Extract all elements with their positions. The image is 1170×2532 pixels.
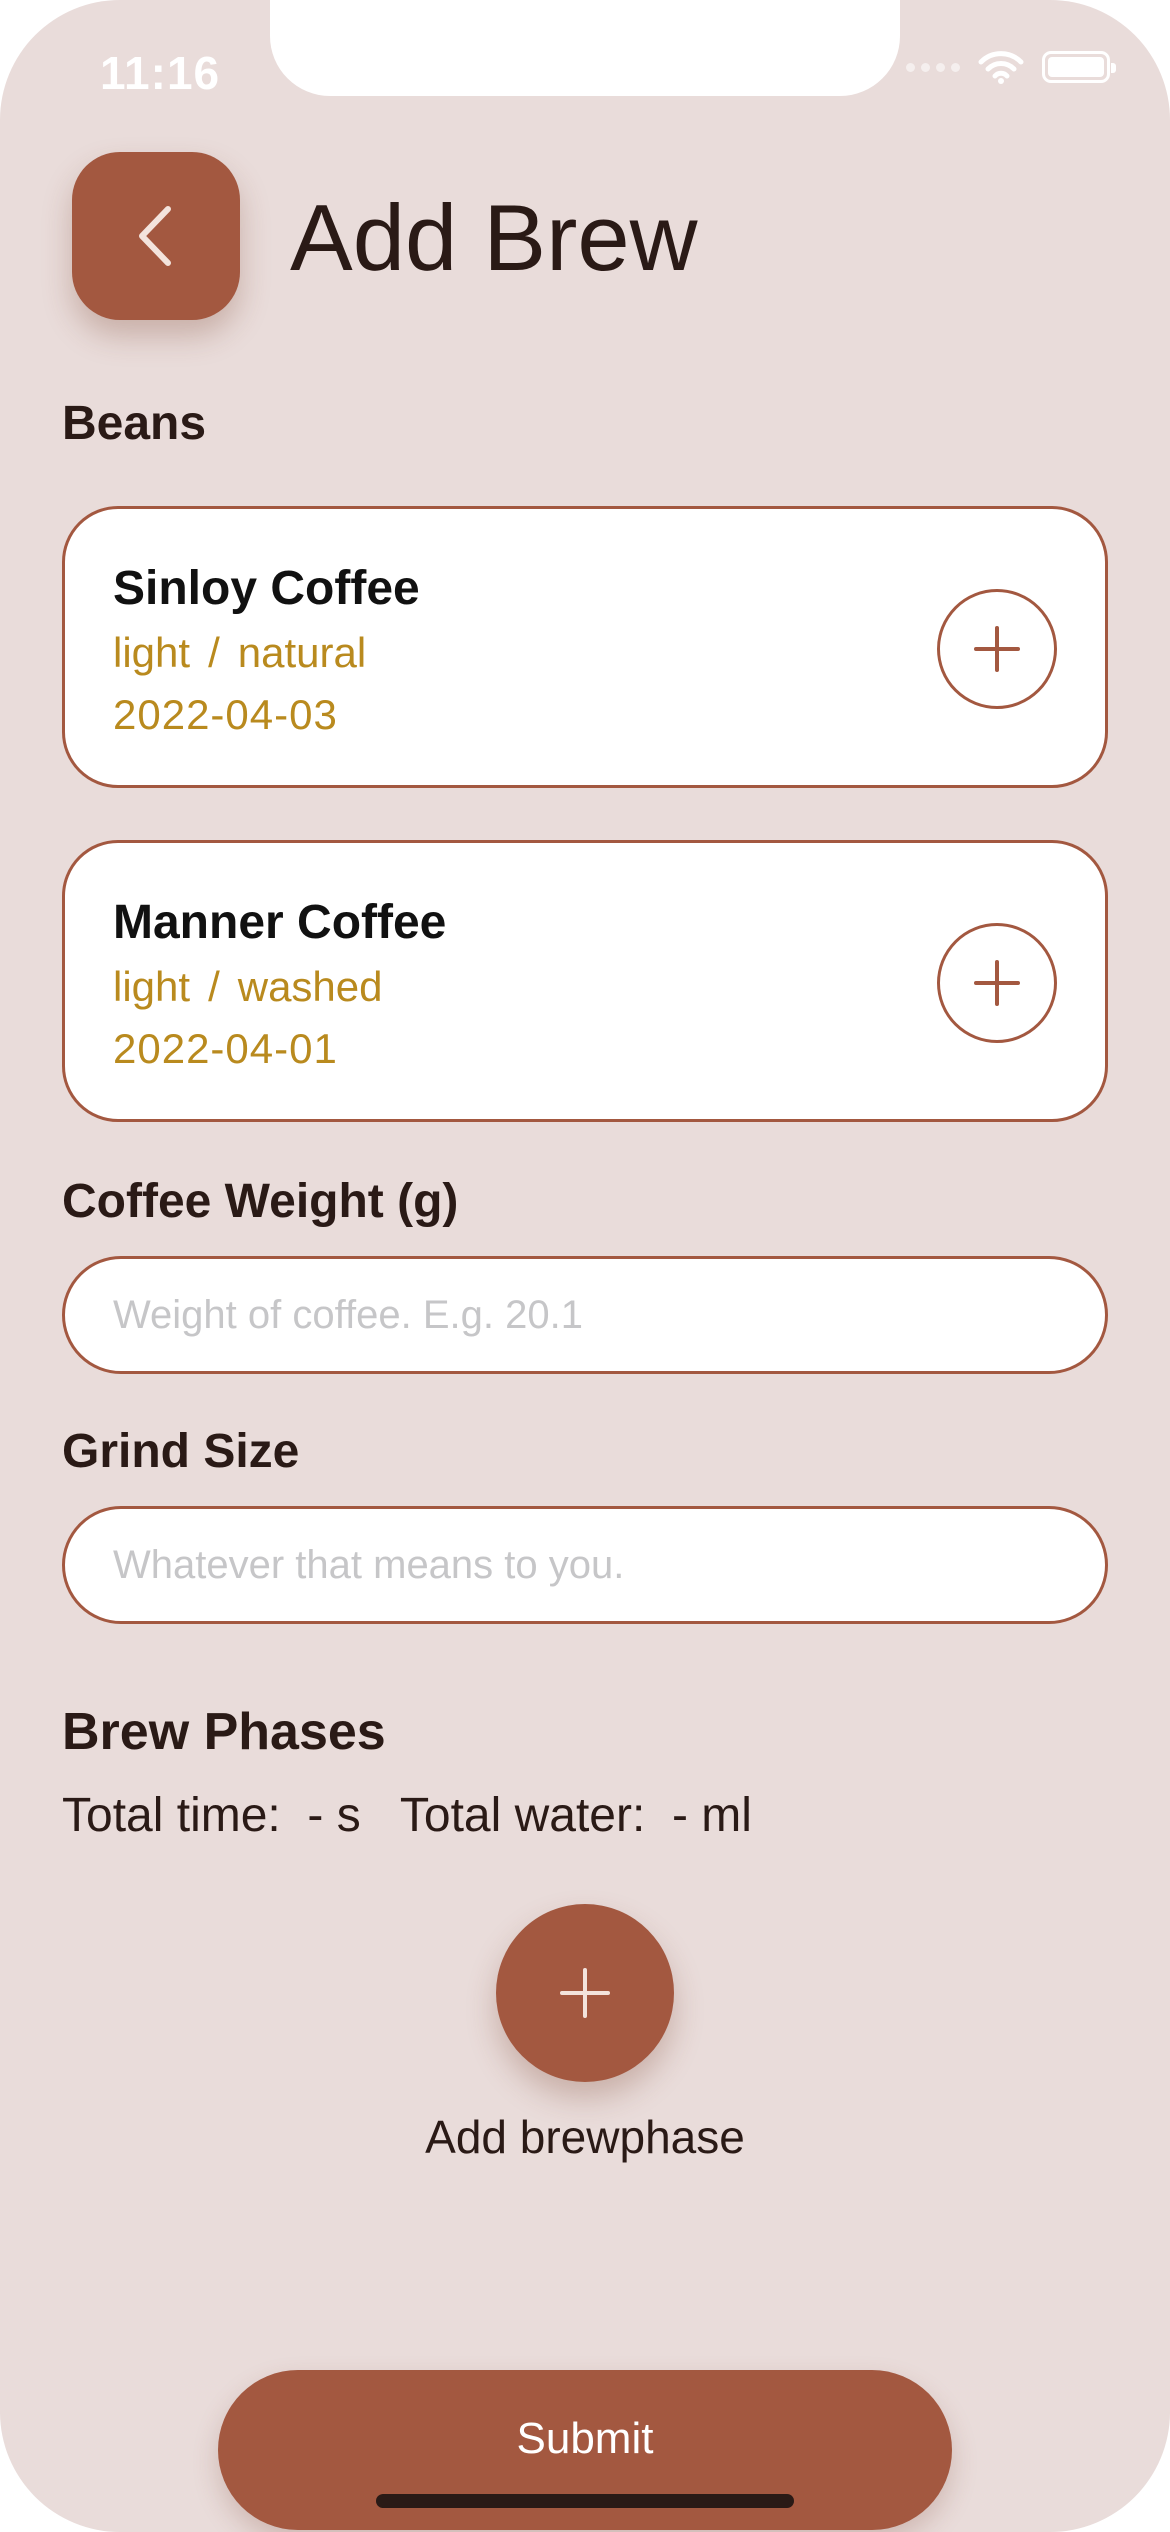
coffee-weight-label: Coffee Weight (g)	[62, 1175, 459, 1228]
add-bean-button[interactable]	[937, 923, 1057, 1043]
battery-icon	[1042, 51, 1116, 83]
bean-card[interactable]: Manner Coffee light / washed 2022-04-01	[62, 840, 1108, 1122]
bean-meta-separator: /	[208, 963, 220, 1010]
bean-meta: light / natural	[113, 629, 366, 677]
chevron-left-icon	[139, 206, 171, 266]
bean-date: 2022-04-01	[113, 1025, 338, 1072]
wifi-icon	[978, 51, 1024, 84]
brew-phases-label: Brew Phases	[62, 1703, 386, 1761]
bean-roast: light	[113, 629, 191, 676]
grind-size-input[interactable]	[62, 1506, 1108, 1624]
bean-card[interactable]: Sinloy Coffee light / natural 2022-04-03	[62, 506, 1108, 788]
signal-icon	[906, 62, 960, 72]
bean-process: natural	[237, 629, 367, 676]
plus-icon	[974, 960, 1020, 1006]
brew-totals: Total time: - s Total water: - ml	[62, 1789, 752, 1842]
add-bean-button[interactable]	[937, 589, 1057, 709]
bean-name: Manner Coffee	[113, 896, 447, 949]
device-notch	[270, 0, 900, 96]
home-indicator	[376, 2494, 794, 2508]
coffee-weight-input[interactable]	[62, 1256, 1108, 1374]
back-button[interactable]	[72, 152, 240, 320]
add-brewphase-button[interactable]	[496, 1904, 674, 2082]
status-time: 11:16	[100, 47, 221, 99]
bean-date: 2022-04-03	[113, 691, 338, 738]
bean-meta-separator: /	[208, 629, 220, 676]
plus-icon	[974, 626, 1020, 672]
status-icons	[906, 50, 1116, 84]
grind-size-label: Grind Size	[62, 1425, 300, 1478]
bean-name: Sinloy Coffee	[113, 562, 420, 615]
plus-icon	[560, 1968, 610, 2018]
bean-roast: light	[113, 963, 191, 1010]
beans-label: Beans	[62, 397, 207, 450]
phone-screen: 11:16 Add Brew Beans Sinloy Coffee light…	[0, 0, 1170, 2532]
bean-process: washed	[237, 963, 383, 1010]
add-brewphase-label: Add brewphase	[425, 2111, 745, 2163]
page-title: Add Brew	[290, 185, 698, 290]
bean-meta: light / washed	[113, 963, 383, 1011]
